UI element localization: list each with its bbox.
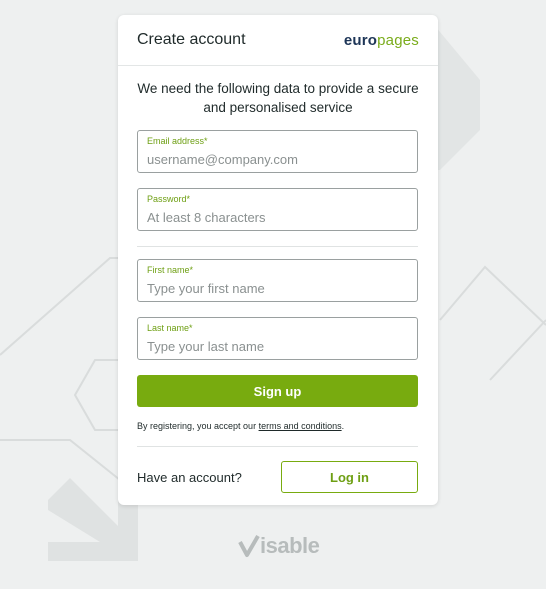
password-field[interactable]: Password* [137, 188, 418, 231]
footer-divider [137, 446, 418, 447]
email-input[interactable] [147, 152, 408, 167]
page-title: Create account [137, 31, 246, 48]
password-label: Password* [147, 194, 191, 204]
visable-check-icon [238, 534, 260, 557]
intro-text: We need the following data to provide a … [137, 81, 419, 115]
terms-notice: By registering, you accept our terms and… [137, 421, 344, 431]
visable-logo: isable [238, 533, 320, 559]
have-account-text: Have an account? [137, 469, 242, 485]
europages-logo: europages [344, 32, 419, 49]
email-field[interactable]: Email address* [137, 130, 418, 173]
terms-prefix: By registering, you accept our [137, 421, 259, 431]
brand-part-pages: pages [377, 31, 419, 49]
first-name-field[interactable]: First name* [137, 259, 418, 302]
last-name-field[interactable]: Last name* [137, 317, 418, 360]
form-divider [137, 246, 418, 247]
card-header: Create account europages [118, 15, 438, 66]
sign-up-button[interactable]: Sign up [137, 375, 418, 407]
brand-part-euro: euro [343, 31, 378, 49]
last-name-input[interactable] [147, 339, 408, 354]
email-label: Email address* [147, 136, 208, 146]
terms-suffix: . [341, 421, 345, 431]
log-in-button[interactable]: Log in [281, 461, 418, 493]
password-input[interactable] [147, 210, 408, 225]
first-name-input[interactable] [147, 281, 408, 296]
first-name-label: First name* [147, 265, 194, 275]
visable-wordmark: isable [260, 533, 320, 558]
terms-link[interactable]: terms and conditions [259, 421, 342, 431]
signup-card: Create account europages We need the fol… [118, 15, 438, 505]
last-name-label: Last name* [147, 323, 193, 333]
login-row: Have an account? Log in [137, 461, 418, 493]
